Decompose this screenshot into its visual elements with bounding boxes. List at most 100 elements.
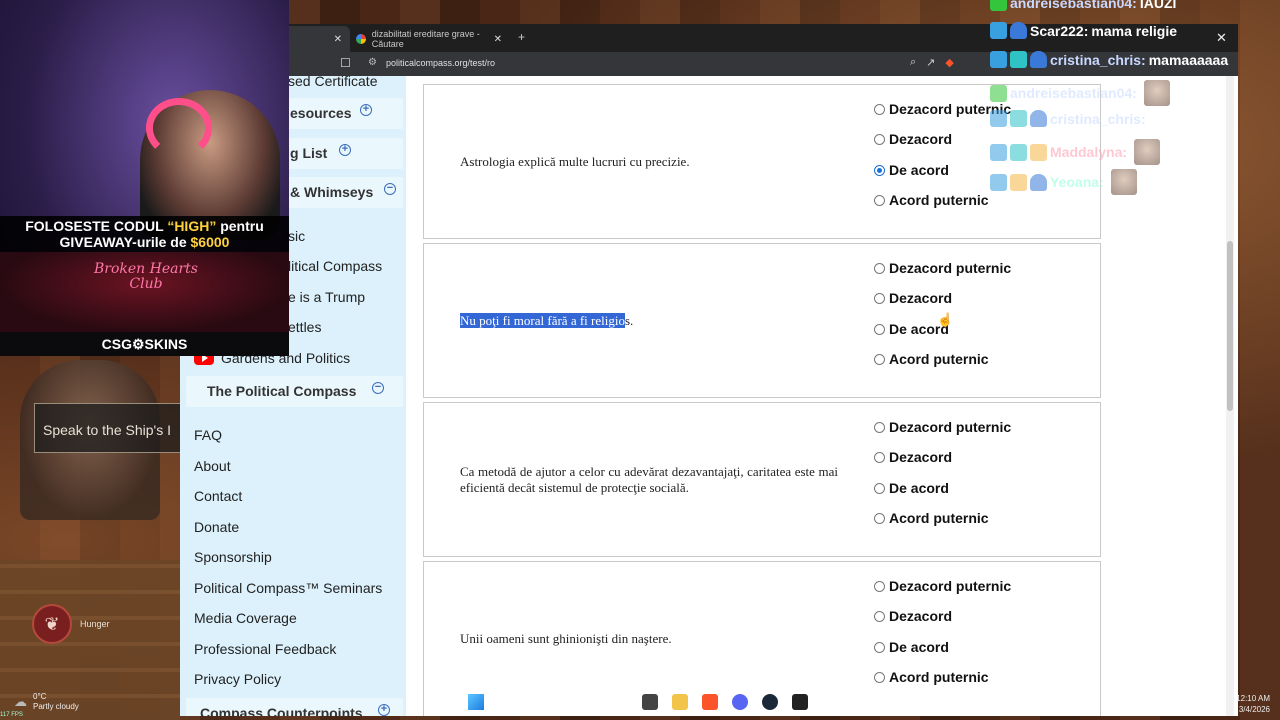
radio-button[interactable]	[874, 610, 885, 622]
share-icon[interactable]: ↗	[926, 56, 935, 69]
folder-icon[interactable]	[672, 694, 688, 710]
option-agree[interactable]: De acord	[874, 162, 949, 178]
radio-button[interactable]	[874, 103, 885, 115]
radio-button[interactable]	[874, 353, 885, 365]
radio-button[interactable]	[874, 512, 885, 524]
task-view-icon[interactable]	[642, 694, 658, 710]
sidebar-link-donate[interactable]: Donate	[194, 519, 239, 535]
webcam-overlay: FOLOSESTE CODUL “HIGH” pentru GIVEAWAY-u…	[0, 0, 289, 356]
option-strongly-agree[interactable]: Acord puternic	[874, 510, 989, 526]
chat-badge-icon	[1010, 143, 1027, 161]
option-strongly-agree[interactable]: Acord puternic	[874, 351, 989, 367]
sidebar-item-certificate[interactable]: sed Certificate	[288, 73, 377, 89]
option-label: Acord puternic	[889, 510, 989, 526]
radio-button[interactable]	[874, 194, 885, 206]
discord-icon[interactable]	[732, 694, 748, 710]
sidebar-link-faq[interactable]: FAQ	[194, 427, 222, 443]
steam-icon[interactable]	[762, 694, 778, 710]
chat-text: mamaaaaaa	[1148, 51, 1229, 68]
sidebar-item-music[interactable]: sic	[288, 228, 305, 244]
chat-badge-icon	[1030, 51, 1047, 68]
sidebar-section-label: Compass Counterpoints	[200, 705, 363, 716]
option-disagree[interactable]: Dezacord	[874, 131, 952, 147]
brave-shield-icon[interactable]: ◆	[945, 56, 953, 69]
radio-button[interactable]	[874, 292, 885, 304]
expand-icon[interactable]: +	[378, 704, 390, 716]
emote-icon	[1143, 80, 1170, 106]
sidebar-link-sponsorship[interactable]: Sponsorship	[194, 549, 272, 565]
expand-icon[interactable]: +	[360, 104, 372, 116]
radio-button[interactable]	[874, 164, 885, 176]
clock-time: 12:10 AM	[1236, 694, 1270, 703]
chat-message: Yeoana:	[990, 169, 1137, 195]
radio-button[interactable]	[874, 323, 885, 335]
chat-text: laaaa	[1148, 110, 1184, 127]
chat-badge-icon	[990, 0, 1007, 11]
option-strongly-disagree[interactable]: Dezacord puternic	[874, 260, 1011, 276]
window-close-icon[interactable]: ✕	[1216, 30, 1227, 46]
question-text-rest: s.	[624, 313, 634, 328]
chat-badge-icon	[1010, 51, 1027, 68]
chat-message: cristina_chris: laaaa	[990, 110, 1184, 127]
option-strongly-agree[interactable]: Acord puternic	[874, 192, 989, 208]
sidebar-link-privacy[interactable]: Privacy Policy	[194, 671, 281, 687]
url-field[interactable]: politicalcompass.org/test/ro	[386, 58, 495, 68]
clock[interactable]: 12:10 AM 3/4/2026	[1230, 693, 1270, 715]
sidebar-link-about[interactable]: About	[194, 458, 231, 474]
windows-start-icon[interactable]	[468, 694, 484, 710]
radio-button[interactable]	[874, 133, 885, 145]
radio-button[interactable]	[874, 451, 885, 463]
option-label: Dezacord	[889, 608, 953, 624]
option-strongly-disagree[interactable]: Dezacord puternic	[874, 578, 1011, 594]
radio-button[interactable]	[874, 580, 885, 592]
address-actions: ⌕ ↗ ◆	[910, 56, 954, 69]
sidebar-link-feedback[interactable]: Professional Feedback	[194, 641, 336, 657]
sidebar-link-seminars[interactable]: Political Compass™ Seminars	[194, 580, 382, 596]
sidebar-link-contact[interactable]: Contact	[194, 488, 242, 504]
radio-button[interactable]	[874, 671, 885, 683]
sidebar-link-media[interactable]: Media Coverage	[194, 610, 297, 626]
option-disagree[interactable]: Dezacord	[874, 290, 952, 306]
close-icon[interactable]: ✕	[494, 34, 502, 45]
radio-button[interactable]	[874, 482, 885, 494]
weather-desc: Partly cloudy	[33, 702, 79, 711]
sidebar-section-counterpoints[interactable]: Compass Counterpoints +	[186, 698, 403, 716]
google-icon	[356, 34, 366, 44]
bookmark-icon[interactable]: ☐	[340, 56, 351, 70]
fps-counter: 117 FPS	[0, 712, 23, 718]
radio-button[interactable]	[874, 421, 885, 433]
weather-widget[interactable]: ☁ 0°C Partly cloudy	[14, 692, 79, 712]
chat-badge-icon	[1030, 173, 1047, 191]
chat-username: Scar222:	[1030, 22, 1089, 39]
scrollbar[interactable]	[1226, 76, 1234, 716]
promo-code: “HIGH”	[167, 218, 217, 234]
collapse-icon[interactable]: −	[372, 382, 384, 394]
radio-button[interactable]	[874, 641, 885, 653]
option-strongly-agree[interactable]: Acord puternic	[874, 669, 989, 685]
scrollbar-thumb[interactable]	[1227, 241, 1233, 411]
close-icon[interactable]: ✕	[334, 34, 342, 45]
collapse-icon[interactable]: −	[384, 183, 396, 195]
hunger-indicator: ❦ Hunger	[32, 604, 110, 644]
mod-sword-icon	[990, 143, 1007, 161]
option-label: Dezacord	[889, 131, 953, 147]
option-agree[interactable]: De acord	[874, 480, 949, 496]
app-icon[interactable]	[792, 694, 808, 710]
new-tab-icon[interactable]: +	[518, 30, 525, 44]
expand-icon[interactable]: +	[339, 144, 351, 156]
option-disagree[interactable]: Dezacord	[874, 449, 952, 465]
sidebar-section-political-compass[interactable]: The Political Compass −	[186, 376, 403, 407]
site-info-icon[interactable]: ⚙	[368, 57, 377, 68]
zoom-icon[interactable]: ⌕	[910, 56, 916, 69]
radio-button[interactable]	[874, 262, 885, 274]
sidebar-item-trump[interactable]: e is a Trump	[288, 289, 365, 305]
option-agree[interactable]: De acord	[874, 639, 949, 655]
option-label: Acord puternic	[889, 351, 989, 367]
sidebar-item-kettles[interactable]: ettles	[288, 319, 321, 335]
brave-icon[interactable]	[702, 694, 718, 710]
option-disagree[interactable]: Dezacord	[874, 608, 952, 624]
option-strongly-disagree[interactable]: Dezacord puternic	[874, 419, 1011, 435]
tab-search[interactable]: dizabilitati ereditare grave - Căutare ✕	[350, 26, 510, 52]
club-sign: Broken Hearts Club	[94, 261, 198, 292]
sidebar-item-political-compass[interactable]: litical Compass	[288, 258, 382, 274]
